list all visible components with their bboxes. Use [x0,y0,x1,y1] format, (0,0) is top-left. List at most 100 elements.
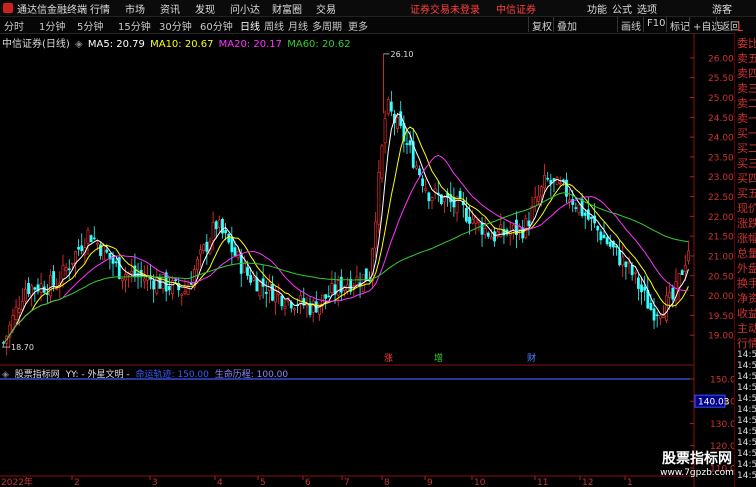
tab-60min[interactable]: 60分钟 [200,18,233,33]
candle-body [283,305,287,310]
menu-item-trade[interactable]: 交易 [316,1,336,16]
stock-name: 中信证券(日线) [2,39,70,50]
candle-body [521,227,525,239]
quote-label: 委比 [737,37,756,50]
candle-body [458,190,462,199]
draw-button[interactable]: 画线 [617,17,644,33]
candle-body [452,197,456,208]
month-label: 10 [474,478,486,487]
candle-body [336,280,340,296]
candle-body [364,268,368,282]
tab-more[interactable]: 更多 [348,18,368,33]
candle-body [105,249,109,253]
candle-body [421,178,425,187]
menu-item-quotes[interactable]: 行情 [90,1,110,16]
candle-body [217,219,221,228]
price-tick-label: 19.00 [708,332,734,342]
candle-body [455,196,459,214]
indicator-source: 股票指标网 [14,370,60,380]
quote-label: 卖五 [737,52,756,65]
tab-weekly[interactable]: 周线 [264,18,284,33]
guest-label[interactable]: 游客 [712,1,732,16]
app-logo-icon [3,3,13,13]
candle-body [61,264,65,280]
price-tick-label: 23.00 [708,173,734,183]
login-notice[interactable]: 证券交易未登录 [410,1,480,16]
tab-monthly[interactable]: 月线 [288,18,308,33]
menu-item-discover[interactable]: 发现 [195,1,215,16]
candle-body [389,101,393,112]
tab-multi-period[interactable]: 多周期 [312,18,342,33]
price-tick-label: 22.50 [708,193,734,203]
menu-item-ask[interactable]: 问小达 [230,1,260,16]
candle-body [533,197,537,207]
menu-item-news[interactable]: 资讯 [160,1,180,16]
price-tick-label: 22.00 [708,213,734,223]
indicator-line2: 生命历程: 100.00 [214,370,289,380]
month-label: 11 [537,478,548,487]
candle-body [380,145,384,179]
candle-body [227,233,231,243]
candle-body [658,315,662,319]
candle-body [180,293,184,296]
candle-body [536,196,540,202]
settings-icon[interactable]: ◈ [2,370,9,380]
tab-daily[interactable]: 日线 [240,18,260,33]
quote-label: 买五 [737,187,756,200]
f10-button[interactable]: F10 [643,17,668,32]
candle-body [624,261,628,268]
candle-body [630,264,634,276]
event-marker: 涨 [384,353,393,364]
menu-item-options[interactable]: 选项 [637,1,657,16]
tab-1min[interactable]: 1分钟 [39,18,65,33]
candle-body [246,267,249,276]
price-tick-label: 21.50 [708,233,734,243]
overlay-button[interactable]: 叠加 [553,17,580,33]
candle-body [211,222,215,241]
high-annotation: 26.10 [391,50,414,59]
menu-item-formula[interactable]: 公式 [612,1,632,16]
candle-body [405,143,409,145]
candle-body [33,287,37,290]
menu-item-wealth[interactable]: 财富圈 [272,1,302,16]
candle-body [471,218,475,224]
candle-body [687,250,690,262]
trade-time: 14:5 [737,394,756,404]
candle-body [64,267,68,272]
low-annotation: 18.70 [11,343,34,352]
tab-30min[interactable]: 30分钟 [159,18,192,33]
candle-body [637,277,640,289]
candle-body [668,291,672,298]
adjust-button[interactable]: 复权 [528,17,555,33]
settings-icon[interactable]: ◈ [75,39,83,50]
candle-body [17,308,21,313]
candle-body [530,205,534,224]
candle-body [643,286,647,291]
month-label: 8 [384,478,390,487]
candle-body [621,256,625,266]
quote-label: 收益 [737,307,756,320]
tab-15min[interactable]: 15分钟 [118,18,151,33]
menu-item-market[interactable]: 市场 [125,1,145,16]
candle-body [540,186,543,197]
candle-body [652,308,656,321]
quote-label: 卖一 [737,112,756,125]
candle-body [577,204,581,214]
quote-label: 买四 [737,172,756,185]
month-label: 9 [427,478,433,487]
tab-5min[interactable]: 5分钟 [77,18,103,33]
quote-label: 现价 [737,202,756,215]
menu-item-function[interactable]: 功能 [587,1,607,16]
candle-body [396,117,399,129]
kline-chart[interactable]: 26.00 25.50 25.00 24.50 24.00 23.50 23.00 22.50… [0,33,756,487]
trade-time: 14:5 [737,471,756,481]
candle-body [274,289,278,303]
ma10-value: MA10: 20.67 [150,39,214,50]
watermark: 股票指标网 www.7gpzb.com [660,448,734,478]
candle-body [480,222,484,235]
candle-body [511,224,515,230]
tab-minute[interactable]: 分时 [4,18,24,33]
candle-body [649,302,653,310]
trade-time: 14:5 [737,361,756,371]
candle-body [196,259,199,271]
